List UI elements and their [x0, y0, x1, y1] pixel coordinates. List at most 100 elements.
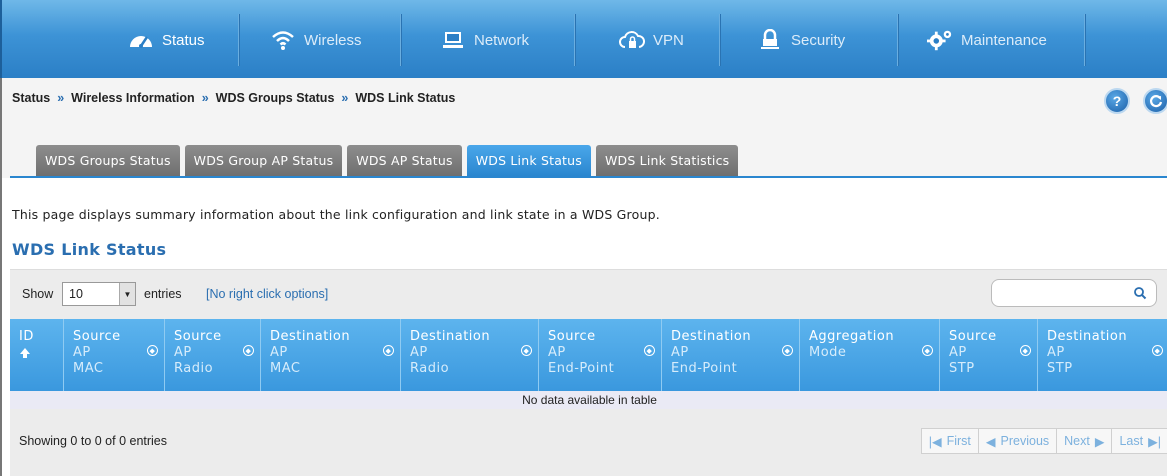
- nav-divider: [719, 14, 720, 66]
- nav-divider: [238, 14, 239, 66]
- refresh-button[interactable]: [1143, 88, 1167, 114]
- column-header-text: ID: [19, 329, 34, 344]
- tab-bar: WDS Groups Status WDS Group AP Status WD…: [36, 145, 739, 176]
- column-header-destination-ap-stp[interactable]: Destination AP STP ◆: [1038, 319, 1167, 391]
- dashboard-icon: [128, 29, 154, 51]
- nav-status-label: Status: [162, 31, 205, 49]
- column-header-source-ap-end-point[interactable]: Source AP End-Point ◆: [539, 319, 662, 391]
- column-header-text: AP: [671, 345, 689, 360]
- refresh-icon: [1149, 95, 1163, 108]
- breadcrumb-item[interactable]: Wireless Information: [71, 91, 195, 105]
- column-header-text: Destination: [1047, 329, 1128, 344]
- nav-wireless-label: Wireless: [304, 31, 362, 49]
- column-header-text: Mode: [809, 345, 847, 360]
- breadcrumb-current: WDS Link Status: [355, 91, 456, 105]
- nav-network[interactable]: Network: [440, 26, 529, 54]
- column-header-destination-ap-end-point[interactable]: Destination AP End-Point ◆: [662, 319, 800, 391]
- pagination: |◀ First ◀ Previous Next ▶ Last ▶|: [920, 428, 1167, 454]
- next-page-label: Next: [1064, 434, 1090, 448]
- chevron-down-icon: ▼: [119, 283, 135, 305]
- table-empty-row: No data available in table: [10, 391, 1167, 409]
- first-page-label: First: [946, 434, 971, 448]
- column-header-text: Radio: [174, 361, 214, 376]
- column-header-source-ap-radio[interactable]: Source AP Radio ◆: [165, 319, 261, 391]
- first-page-button[interactable]: |◀ First: [920, 428, 979, 454]
- last-page-icon: ▶|: [1148, 434, 1161, 449]
- column-header-text: End-Point: [548, 361, 615, 376]
- table-toolbar: Show 10 ▼ entries [No right click option…: [10, 269, 1167, 319]
- top-nav: Status Wireless Network VPN Security Mai…: [0, 0, 1167, 78]
- column-header-destination-ap-radio[interactable]: Destination AP Radio ◆: [401, 319, 539, 391]
- nav-divider: [897, 14, 898, 66]
- breadcrumb-separator: »: [341, 91, 349, 105]
- right-click-options-label: [No right click options]: [206, 287, 329, 301]
- gears-icon: [927, 29, 953, 51]
- column-header-text: MAC: [73, 361, 104, 376]
- tab-wds-link-status[interactable]: WDS Link Status: [466, 145, 591, 176]
- nav-vpn-label: VPN: [653, 31, 684, 49]
- page-panel: This page displays summary information a…: [2, 178, 1167, 476]
- sort-icon: ◆: [644, 345, 655, 356]
- column-header-text: Aggregation: [809, 329, 895, 344]
- search-icon: [1133, 286, 1147, 303]
- previous-page-button[interactable]: ◀ Previous: [977, 428, 1058, 454]
- column-header-source-ap-mac[interactable]: Source AP MAC ◆: [64, 319, 165, 391]
- tab-wds-groups-status[interactable]: WDS Groups Status: [36, 145, 180, 176]
- breadcrumb-separator: »: [57, 91, 65, 105]
- breadcrumb-item[interactable]: WDS Groups Status: [216, 91, 335, 105]
- nav-wireless[interactable]: Wireless: [270, 26, 362, 54]
- nav-divider: [400, 14, 401, 66]
- search-input[interactable]: [991, 279, 1157, 307]
- entries-select[interactable]: 10 ▼: [62, 282, 136, 306]
- nav-divider: [574, 14, 575, 66]
- breadcrumb-item[interactable]: Status: [12, 91, 50, 105]
- tab-wds-group-ap-status[interactable]: WDS Group AP Status: [184, 145, 343, 176]
- lock-icon: [757, 29, 783, 51]
- sort-icon: ◆: [147, 345, 158, 356]
- tab-wds-ap-status[interactable]: WDS AP Status: [347, 145, 462, 176]
- breadcrumb: Status » Wireless Information » WDS Groups S…: [12, 91, 455, 105]
- showing-entries-info: Showing 0 to 0 of 0 entries: [19, 434, 168, 448]
- column-header-destination-ap-mac[interactable]: Destination AP MAC ◆: [261, 319, 401, 391]
- sort-ascending-icon: [19, 347, 31, 364]
- column-header-source-ap-stp[interactable]: Source AP STP ◆: [940, 319, 1038, 391]
- sort-icon: ◆: [383, 345, 394, 356]
- nav-maintenance-label: Maintenance: [961, 31, 1047, 49]
- sort-icon: ◆: [243, 345, 254, 356]
- column-header-text: AP: [410, 345, 428, 360]
- table-footer: Showing 0 to 0 of 0 entries |◀ First ◀ Pre…: [10, 409, 1167, 476]
- nav-status[interactable]: Status: [128, 26, 205, 54]
- column-header-text: Source: [548, 329, 596, 344]
- sort-icon: ◆: [922, 345, 933, 356]
- previous-page-label: Previous: [1000, 434, 1050, 448]
- entries-label: entries: [144, 287, 182, 301]
- column-header-id[interactable]: ID: [10, 319, 64, 391]
- tab-wds-link-statistics[interactable]: WDS Link Statistics: [595, 145, 739, 176]
- column-header-aggregation-mode[interactable]: Aggregation Mode ◆: [800, 319, 940, 391]
- column-header-text: End-Point: [671, 361, 738, 376]
- column-header-text: AP: [270, 345, 288, 360]
- column-header-text: Destination: [270, 329, 351, 344]
- column-header-text: AP: [1047, 345, 1065, 360]
- chevron-left-icon: ◀: [985, 434, 996, 449]
- column-header-text: Radio: [410, 361, 450, 376]
- nav-divider: [1084, 14, 1085, 66]
- help-button[interactable]: ?: [1104, 88, 1130, 114]
- monitor-icon: [440, 29, 466, 51]
- wifi-icon: [270, 29, 296, 51]
- section-title: WDS Link Status: [12, 240, 167, 259]
- sort-icon: ◆: [1020, 345, 1031, 356]
- nav-security-label: Security: [791, 31, 846, 49]
- first-page-icon: |◀: [928, 434, 942, 449]
- next-page-button[interactable]: Next ▶: [1056, 428, 1113, 454]
- last-page-label: Last: [1119, 434, 1144, 448]
- last-page-button[interactable]: Last ▶|: [1111, 428, 1167, 454]
- nav-security[interactable]: Security: [757, 26, 845, 54]
- nav-vpn[interactable]: VPN: [619, 26, 684, 54]
- table-header: ID Source AP MAC ◆ Source AP Radio ◆ Destina…: [10, 319, 1167, 391]
- entries-select-value: 10: [69, 287, 83, 301]
- column-header-text: MAC: [270, 361, 301, 376]
- nav-maintenance[interactable]: Maintenance: [927, 26, 1047, 54]
- sort-icon: ◆: [1152, 345, 1163, 356]
- sort-icon: ◆: [782, 345, 793, 356]
